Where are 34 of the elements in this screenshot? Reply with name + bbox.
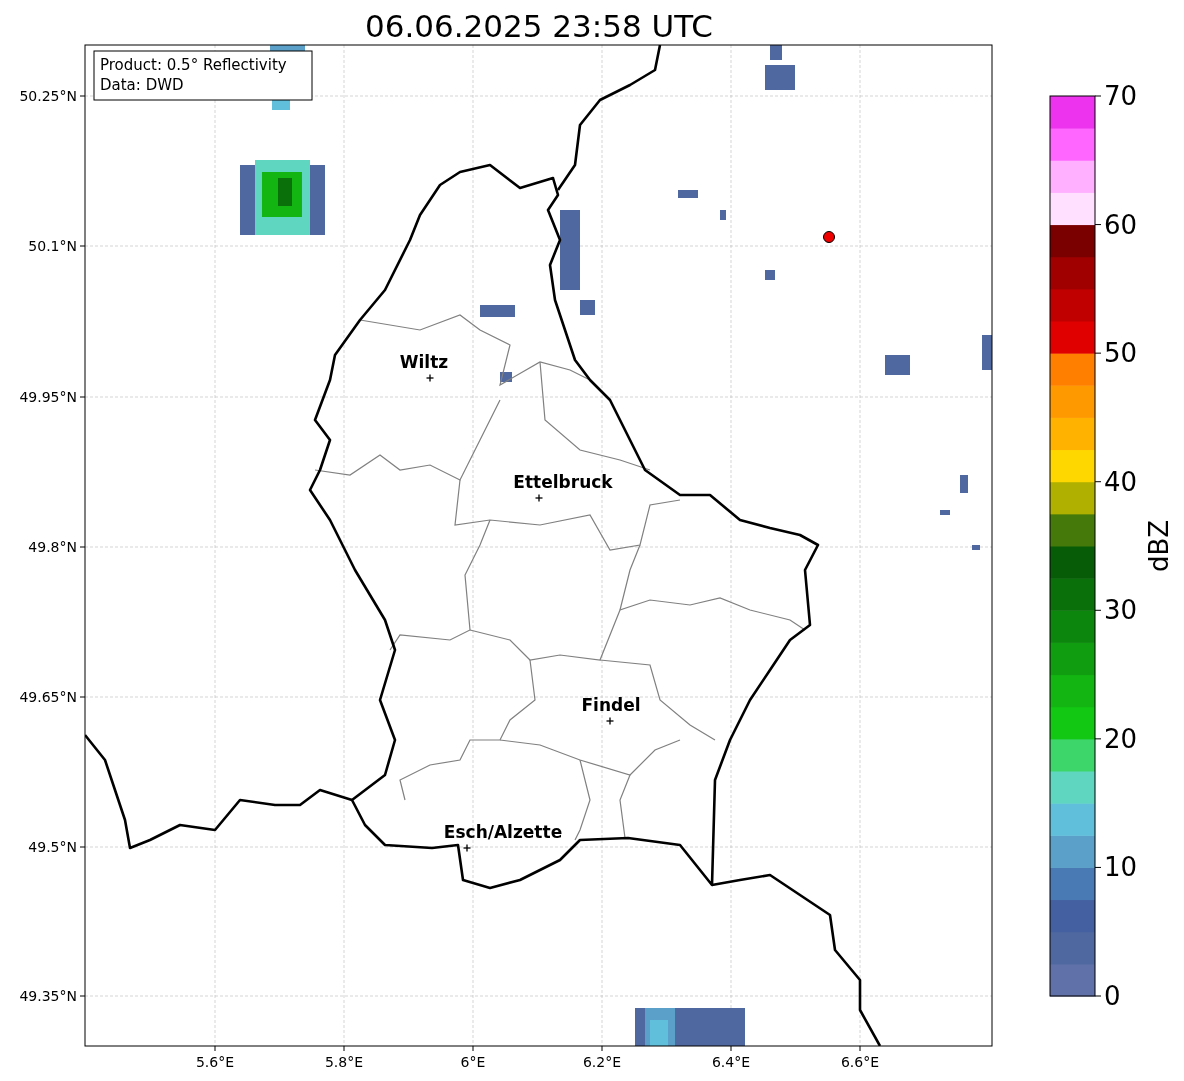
city-label: Ettelbruck	[513, 472, 613, 492]
latitude-label: 49.35°N	[19, 988, 77, 1004]
longitude-label: 5.6°E	[195, 1054, 235, 1070]
location-dot	[823, 231, 835, 243]
colorbar-tick-label: 70	[1104, 81, 1138, 111]
info-text: Data: DWD	[100, 76, 184, 94]
latitude-label: 50.1°N	[28, 238, 77, 254]
latitude-label: 50.25°N	[19, 88, 77, 104]
city-marker-icon	[425, 373, 435, 383]
longitude-label: 6.2°E	[582, 1054, 622, 1070]
latitude-label: 49.65°N	[19, 689, 77, 705]
city-marker-icon	[462, 843, 472, 853]
colorbar-tick-label: 0	[1104, 981, 1121, 1011]
city-marker-icon	[534, 493, 544, 503]
latitude-label: 49.95°N	[19, 389, 77, 405]
latitude-label: 49.5°N	[28, 839, 77, 855]
longitude-label: 5.8°E	[324, 1054, 364, 1070]
latitude-label: 49.8°N	[28, 539, 77, 555]
colorbar-tick-label: 10	[1104, 852, 1138, 883]
chart-title: 06.06.2025 23:58 UTC	[365, 8, 713, 44]
city-label: Findel	[581, 695, 641, 715]
longitude-label: 6.6°E	[840, 1054, 880, 1070]
longitude-label: 6.4°E	[711, 1054, 751, 1070]
city-marker-icon	[605, 716, 615, 726]
longitude-label: 6°E	[460, 1054, 486, 1070]
city-label: Esch/Alzette	[443, 822, 563, 842]
colorbar-tick-label: 40	[1104, 466, 1138, 497]
colorbar-tick-label: 50	[1104, 338, 1138, 369]
colorbar-label: dBZ	[1144, 519, 1174, 573]
info-text: Product: 0.5° Reflectivity	[100, 56, 287, 74]
colorbar-tick-label: 30	[1104, 595, 1138, 626]
colorbar-tick-label: 20	[1104, 723, 1138, 754]
colorbar-tick-label: 60	[1104, 209, 1138, 240]
city-label: Wiltz	[399, 352, 449, 372]
